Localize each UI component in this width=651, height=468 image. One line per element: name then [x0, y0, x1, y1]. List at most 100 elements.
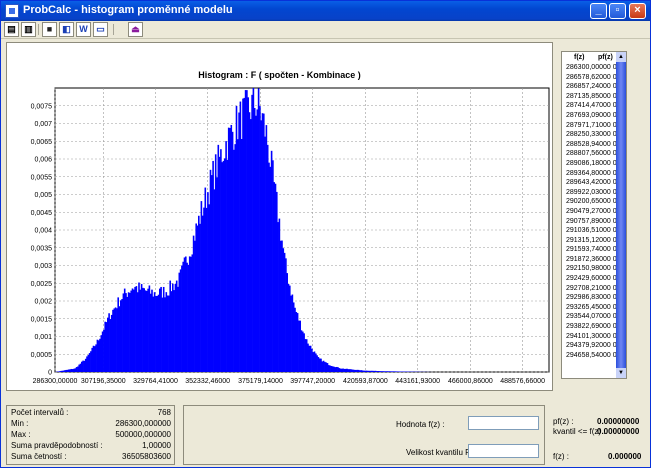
minimize-icon: _	[595, 4, 602, 16]
y-tick-label: 0,0055	[31, 174, 53, 181]
table-row[interactable]: 290757,89000 0	[562, 217, 618, 227]
minimize-button[interactable]: _	[590, 3, 607, 19]
x-tick-label: 488576,66000	[500, 378, 545, 385]
table-row[interactable]: 293544,07000 0	[562, 312, 618, 322]
maximize-icon: ▫	[615, 4, 620, 16]
table-row[interactable]: 292150,98000 0	[562, 264, 618, 274]
table-row[interactable]: 288528,94000 0	[562, 140, 618, 150]
stat-label: Suma četností :	[11, 452, 67, 461]
table-row[interactable]: 291036,51000 0	[562, 226, 618, 236]
stat-value: 286300,000000	[115, 419, 171, 428]
table-row[interactable]: 290200,65000 0	[562, 197, 618, 207]
column-header-fz: f(z)	[574, 54, 585, 61]
stat-row-frequency-sum: Suma četností : 36505803600	[11, 452, 173, 463]
table-row[interactable]: 294658,54000 0	[562, 351, 618, 361]
table-row[interactable]: 289922,03000 0	[562, 188, 618, 198]
word-icon: W	[79, 24, 88, 34]
y-tick-label: 0,0065	[31, 139, 53, 146]
stat-label: Počet intervalů :	[11, 408, 69, 417]
table-row[interactable]: 287135,85000 0	[562, 92, 618, 102]
y-tick-label: 0,0005	[31, 352, 53, 359]
table-row[interactable]: 289643,42000 0	[562, 178, 618, 188]
stat-value: 36505803600	[122, 452, 171, 461]
table-row[interactable]: 293822,69000 0	[562, 322, 618, 332]
toolbar-button-open[interactable]: ▤	[4, 22, 19, 37]
table-row[interactable]: 292986,83000 0	[562, 293, 618, 303]
toolbar-button-save-as[interactable]: ◧	[59, 22, 74, 37]
x-tick-label: 352332,46000	[185, 378, 230, 385]
save-as-icon: ◧	[62, 24, 71, 34]
x-tick-label: 307196,35000	[81, 378, 126, 385]
y-tick-label: 0,007	[34, 121, 52, 128]
x-tick-label: 329764,41000	[133, 378, 178, 385]
y-tick-label: 0,005	[34, 192, 52, 199]
table-row[interactable]: 292708,21000 0	[562, 284, 618, 294]
new-document-icon: ▥	[24, 24, 33, 34]
stat-row-min: Min : 286300,000000	[11, 419, 173, 430]
kvantil-label: Velikost kvantilu P :	[406, 448, 475, 457]
close-button[interactable]: ×	[629, 3, 646, 19]
result-pfz-value: 0.00000000	[597, 417, 640, 426]
table-row[interactable]: 291315,12000 0	[562, 236, 618, 246]
table-row[interactable]: 294101,30000 0	[562, 332, 618, 342]
toolbar-separator	[113, 24, 114, 35]
toolbar-button-exit[interactable]: ⏏	[128, 22, 143, 37]
table-row[interactable]: 287414,47000 0	[562, 101, 618, 111]
stat-value: 500000,000000	[115, 430, 171, 439]
stat-label: Suma pravděpodobností :	[11, 441, 103, 450]
table-row[interactable]: 287971,71000 0	[562, 121, 618, 131]
table-row[interactable]: 288807,56000 0	[562, 149, 618, 159]
scroll-down-icon[interactable]: ▼	[616, 368, 626, 378]
table-row[interactable]: 286857,24000 0	[562, 82, 618, 92]
result-pfz-label: pf(z) :	[553, 417, 574, 426]
values-table: f(z) pf(z) 286300,00000 0 286578,62000 02…	[561, 51, 627, 379]
table-row[interactable]: 289364,80000 0	[562, 169, 618, 179]
x-tick-label: 443161,93000	[395, 378, 440, 385]
app-window: ProbCalc - histogram proměnné modelu _ ▫…	[0, 0, 651, 468]
stat-value: 768	[157, 408, 171, 417]
stat-row-max: Max : 500000,000000	[11, 430, 173, 441]
table-body[interactable]: 286300,00000 0 286578,62000 0 286857,24000…	[562, 63, 618, 377]
table-row[interactable]: 291593,74000 0	[562, 245, 618, 255]
table-row[interactable]: 288250,33000 0	[562, 130, 618, 140]
table-row[interactable]: 294379,92000 0	[562, 341, 618, 351]
table-row[interactable]: 292429,60000 0	[562, 274, 618, 284]
y-tick-label: 0,0075	[31, 103, 53, 110]
close-icon: ×	[634, 4, 641, 16]
table-row[interactable]: 286578,62000 0	[562, 73, 618, 83]
column-header-pfz: pf(z)	[598, 54, 613, 61]
kvantil-input[interactable]	[468, 444, 539, 458]
histogram-chart: 0,0075 0,007 0,0065 0,006 0,0055 0,005 0,0045 0…	[31, 87, 550, 385]
maximize-button[interactable]: ▫	[609, 3, 626, 19]
table-row[interactable]: 291872,36000 0	[562, 255, 618, 265]
table-row[interactable]: 286300,00000 0	[562, 63, 618, 73]
statistics-box: Počet intervalů : 768 Min : 286300,00000…	[6, 405, 175, 465]
toolbar-button-word[interactable]: W	[76, 22, 91, 37]
y-tick-label: 0,0015	[31, 316, 53, 323]
result-fz-label: f(z) :	[553, 452, 569, 461]
x-tick-label: 397747,20000	[290, 378, 335, 385]
copy-icon: ▭	[96, 24, 105, 34]
toolbar-button-save[interactable]: ■	[42, 22, 57, 37]
x-tick-label: 375179,14000	[238, 378, 283, 385]
x-tick-label: 420593,87000	[343, 378, 388, 385]
table-row[interactable]: 290479,27000 0	[562, 207, 618, 217]
y-tick-label: 0,0035	[31, 245, 53, 252]
scroll-up-icon[interactable]: ▲	[616, 52, 626, 62]
table-row[interactable]: 289086,18000 0	[562, 159, 618, 169]
toolbar-button-new[interactable]: ▥	[21, 22, 36, 37]
result-kvantil-value: 0.00000000	[597, 427, 640, 436]
stat-label: Min :	[11, 419, 29, 428]
y-tick-label: 0,001	[34, 334, 52, 341]
y-tick-label: 0,003	[34, 263, 52, 270]
hodnota-input[interactable]	[468, 416, 539, 430]
input-box: Hodnota f(z) : Velikost kvantilu P :	[183, 405, 545, 465]
y-tick-label: 0,006	[34, 157, 52, 164]
title-bar[interactable]: ProbCalc - histogram proměnné modelu _ ▫…	[1, 1, 650, 21]
stat-label: Max :	[11, 430, 31, 439]
table-scrollbar[interactable]: ▲ ▼	[616, 52, 626, 378]
toolbar-button-copy[interactable]: ▭	[93, 22, 108, 37]
table-row[interactable]: 293265,45000 0	[562, 303, 618, 313]
table-row[interactable]: 287693,09000 0	[562, 111, 618, 121]
toolbar-separator	[38, 24, 39, 35]
